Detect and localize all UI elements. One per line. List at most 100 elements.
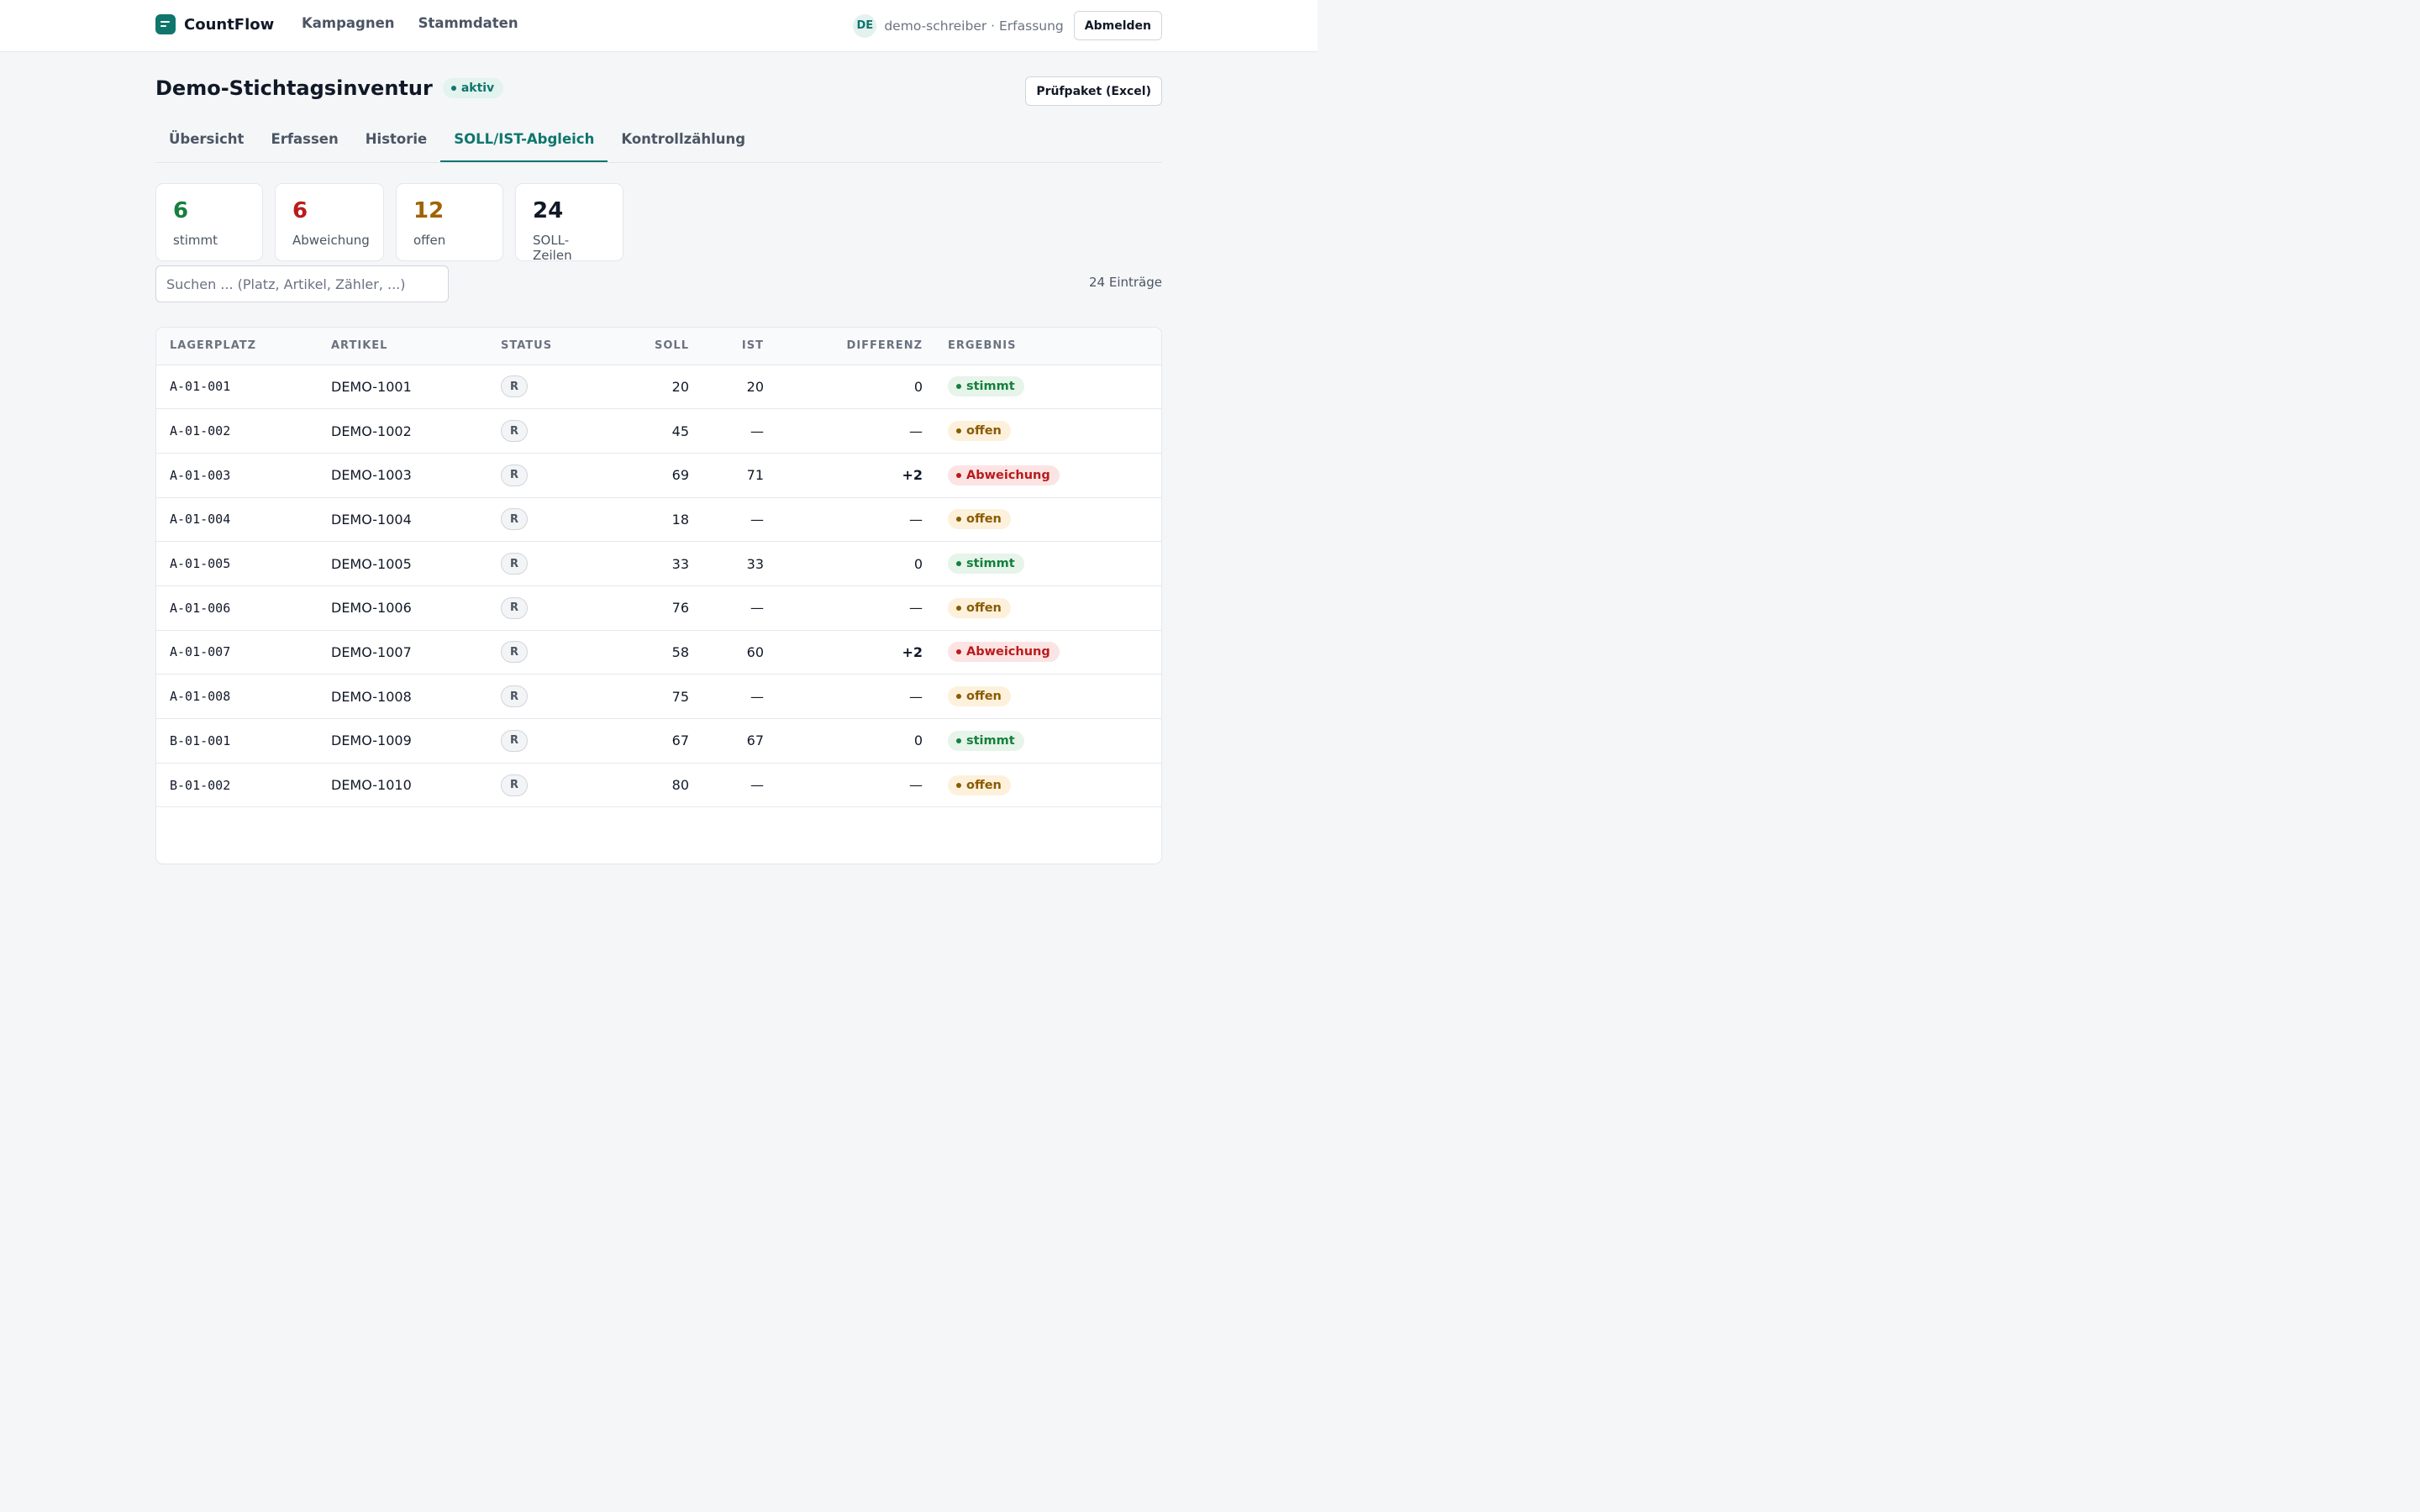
column-header-lagerplatz[interactable]: LAGERPLATZ — [156, 328, 331, 365]
result-dot-icon — [956, 605, 961, 611]
result-label: offen — [966, 512, 1002, 527]
result-label: stimmt — [966, 557, 1015, 571]
cell-lagerplatz: A-01-002 — [156, 408, 331, 454]
cell-lagerplatz: B-01-001 — [156, 718, 331, 764]
result-dot-icon — [956, 517, 961, 522]
column-header-ergebnis[interactable]: ERGEBNIS — [923, 328, 1161, 365]
cell-ergebnis: offen — [923, 585, 1161, 631]
cell-status: R — [501, 365, 602, 410]
cell-soll: 67 — [602, 718, 689, 764]
status-dot-icon — [450, 86, 456, 91]
nav-stammdaten[interactable]: Stammdaten — [418, 15, 518, 31]
cell-ergebnis: offen — [923, 674, 1161, 719]
tab-erfassen[interactable]: Erfassen — [257, 119, 351, 162]
cell-soll: 33 — [602, 541, 689, 586]
table-row[interactable]: A-01-003 DEMO-1003 R 69 71 +2 Abweichung — [156, 453, 1161, 498]
user-menu: DE demo-schreiber · Erfassung Abmelden — [853, 11, 1162, 40]
cell-status: R — [501, 585, 602, 631]
cell-lagerplatz: A-01-001 — [156, 365, 331, 410]
cell-differenz: — — [764, 497, 923, 543]
status-badge-label: aktiv — [460, 81, 495, 95]
cell-lagerplatz: A-01-004 — [156, 497, 331, 543]
column-header-artikel[interactable]: ARTIKEL — [331, 328, 501, 365]
logo-icon — [155, 14, 176, 34]
cell-artikel: DEMO-1006 — [331, 585, 501, 631]
nav-kampagnen[interactable]: Kampagnen — [302, 15, 395, 31]
table-row[interactable]: A-01-002 DEMO-1002 R 45— — offen — [156, 408, 1161, 454]
status-pill: R — [501, 375, 528, 398]
table-row[interactable]: A-01-008 DEMO-1008 R 75— — offen — [156, 674, 1161, 719]
column-header-soll[interactable]: SOLL — [602, 328, 689, 365]
column-header-status[interactable]: STATUS — [501, 328, 602, 365]
brand[interactable]: CountFlow — [155, 14, 274, 34]
cell-soll: 75 — [602, 674, 689, 719]
cell-artikel: DEMO-1003 — [331, 453, 501, 498]
cell-status: R — [501, 763, 602, 808]
table-row[interactable]: A-01-006 DEMO-1006 R 76— — offen — [156, 585, 1161, 631]
stats-row: 6 stimmt 6 Abweichung 12 offen 24 SOLL-Z… — [155, 183, 623, 263]
cell-ist: — — [689, 408, 764, 454]
logout-button[interactable]: Abmelden — [1073, 11, 1162, 40]
result-label: Abweichung — [966, 645, 1050, 659]
stat-label: stimmt — [173, 233, 218, 248]
table-header-row: LAGERPLATZ ARTIKEL STATUS SOLL IST DIFFE… — [156, 328, 1161, 365]
cell-soll: 80 — [602, 763, 689, 808]
tab-historie[interactable]: Historie — [352, 119, 441, 162]
cell-artikel: DEMO-1007 — [331, 630, 501, 675]
column-header-ist[interactable]: IST — [689, 328, 764, 365]
cell-ergebnis: offen — [923, 408, 1161, 454]
status-pill: R — [501, 420, 528, 443]
cell-differenz: 0 — [764, 365, 923, 410]
stat-card-soll-zeilen: 24 SOLL-Zeilen — [515, 183, 623, 263]
stat-card-abweichung: 6 Abweichung — [275, 183, 384, 261]
result-badge: Abweichung — [948, 642, 1060, 663]
user-info: demo-schreiber · Erfassung — [884, 18, 1064, 34]
table-row[interactable]: A-01-005 DEMO-1005 R 33 33 0 stimmt — [156, 541, 1161, 586]
table-row[interactable]: A-01-001 DEMO-1001 R 20 20 0 stimmt — [156, 365, 1161, 410]
tab-kontrollzaehlung[interactable]: Kontrollzählung — [608, 119, 759, 162]
cell-artikel: DEMO-1009 — [331, 718, 501, 764]
stat-card-stimmt: 6 stimmt — [155, 183, 263, 261]
cell-ist: 67 — [689, 718, 764, 764]
table-row[interactable]: B-01-001 DEMO-1009 R 67 67 0 stimmt — [156, 718, 1161, 764]
cell-soll: 45 — [602, 408, 689, 454]
cell-ist: — — [689, 585, 764, 631]
table-row[interactable]: A-01-004 DEMO-1004 R 18— — offen — [156, 497, 1161, 543]
tab-uebersicht[interactable]: Übersicht — [155, 119, 257, 162]
column-header-differenz[interactable]: DIFFERENZ — [764, 328, 923, 365]
cell-lagerplatz: B-01-002 — [156, 763, 331, 808]
cell-ist: 20 — [689, 365, 764, 410]
cell-artikel: DEMO-1002 — [331, 408, 501, 454]
cell-differenz: — — [764, 585, 923, 631]
result-badge: stimmt — [948, 554, 1024, 575]
search-input[interactable] — [155, 265, 449, 302]
cell-differenz: — — [764, 763, 923, 808]
status-badge: aktiv — [442, 78, 504, 98]
status-pill: R — [501, 464, 528, 486]
soll-ist-table: LAGERPLATZ ARTIKEL STATUS SOLL IST DIFFE… — [155, 327, 1162, 864]
result-dot-icon — [956, 384, 961, 390]
table-row[interactable]: B-01-002 DEMO-1010 R 80— — offen — [156, 763, 1161, 808]
result-label: stimmt — [966, 733, 1015, 748]
tab-soll-ist-abgleich[interactable]: SOLL/IST-Abgleich — [440, 119, 608, 162]
result-dot-icon — [956, 738, 961, 743]
result-dot-icon — [956, 694, 961, 700]
top-bar: CountFlow Kampagnen Stammdaten DE demo-s… — [0, 0, 1318, 52]
export-excel-button[interactable]: Prüfpaket (Excel) — [1025, 76, 1162, 106]
stat-value: 6 — [292, 198, 308, 223]
status-pill: R — [501, 553, 528, 575]
result-dot-icon — [956, 782, 961, 788]
result-label: offen — [966, 690, 1002, 704]
cell-ergebnis: Abweichung — [923, 630, 1161, 675]
table-row[interactable]: A-01-007 DEMO-1007 R 58 60 +2 Abweichung — [156, 630, 1161, 675]
result-badge: offen — [948, 421, 1011, 442]
cell-lagerplatz: A-01-005 — [156, 541, 331, 586]
cell-artikel: DEMO-1005 — [331, 541, 501, 586]
tab-bar: Übersicht Erfassen Historie SOLL/IST-Abg… — [155, 119, 1162, 163]
cell-differenz: — — [764, 408, 923, 454]
status-pill: R — [501, 596, 528, 619]
cell-soll: 58 — [602, 630, 689, 675]
cell-differenz: +2 — [764, 630, 923, 675]
cell-lagerplatz: A-01-008 — [156, 674, 331, 719]
cell-soll: 20 — [602, 365, 689, 410]
